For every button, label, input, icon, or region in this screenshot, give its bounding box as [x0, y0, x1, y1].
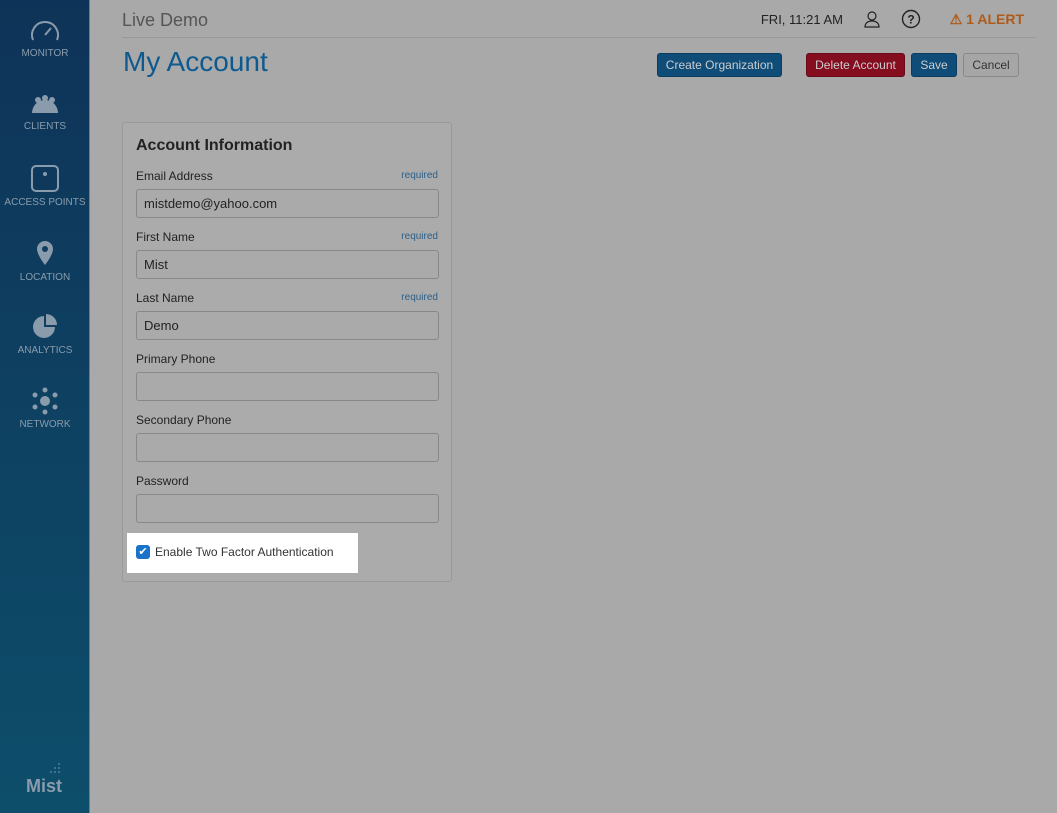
nav-label: ACCESS POINTS [4, 197, 86, 208]
svg-text:?: ? [907, 13, 914, 27]
speedometer-icon [31, 21, 59, 41]
site-name[interactable]: Live Demo [122, 10, 208, 31]
nav-label: CLIENTS [23, 121, 67, 132]
nav-label: NETWORK [19, 419, 71, 430]
first-name-label: First Name [136, 230, 195, 244]
last-name-label: Last Name [136, 291, 195, 305]
delete-account-button[interactable]: Delete Account [806, 53, 905, 77]
nav-monitor[interactable]: MONITOR [0, 18, 90, 59]
location-pin-icon [37, 241, 53, 265]
first-name-field[interactable]: Mist [136, 250, 439, 279]
required-note: required [401, 170, 438, 181]
alert-link[interactable]: ⚠ 1 ALERT [950, 11, 1024, 28]
user-icon[interactable] [863, 10, 881, 28]
warning-icon: ⚠ [949, 11, 963, 27]
email-field[interactable]: mistdemo@yahoo.com [136, 189, 439, 218]
card-title: Account Information [136, 137, 293, 154]
sidebar: MONITOR CLIENTS ACCESS POINTS LOCATION A… [0, 0, 90, 813]
alert-count: 1 ALERT [966, 11, 1024, 27]
password-label: Password [136, 474, 189, 488]
last-name-field[interactable]: Demo [136, 311, 439, 340]
two-factor-checkbox[interactable]: ✔ [136, 545, 150, 559]
top-bar: Live Demo FRI, 11:21 AM ? ⚠ 1 ALERT [122, 0, 1036, 38]
page-title: My Account [123, 46, 268, 77]
primary-phone-field[interactable] [136, 372, 439, 401]
required-note: required [401, 292, 438, 303]
cancel-button[interactable]: Cancel [963, 53, 1019, 77]
nav-access-points[interactable]: ACCESS POINTS [0, 165, 90, 208]
account-information-card: Account Information Email Address requir… [122, 122, 452, 582]
mist-logo: Mist [26, 776, 62, 796]
pie-chart-icon [33, 314, 57, 338]
clients-icon [32, 95, 58, 113]
primary-phone-label: Primary Phone [136, 352, 216, 366]
access-point-icon [31, 165, 59, 192]
nav-analytics[interactable]: ANALYTICS [0, 313, 90, 356]
nav-clients[interactable]: CLIENTS [0, 93, 90, 132]
required-note: required [401, 231, 438, 242]
clock: FRI, 11:21 AM [760, 12, 843, 27]
save-button[interactable]: Save [911, 53, 957, 77]
logo-dots-icon [50, 763, 60, 773]
help-icon[interactable]: ? [901, 9, 921, 29]
password-field[interactable] [136, 494, 439, 523]
two-factor-label[interactable]: Enable Two Factor Authentication [155, 545, 334, 559]
secondary-phone-label: Secondary Phone [136, 413, 232, 427]
network-icon [32, 387, 58, 415]
nav-label: ANALYTICS [17, 345, 73, 356]
nav-network[interactable]: NETWORK [0, 387, 90, 430]
nav-label: LOCATION [19, 272, 71, 283]
create-organization-button[interactable]: Create Organization [657, 53, 782, 77]
secondary-phone-field[interactable] [136, 433, 439, 462]
nav-label: MONITOR [21, 48, 69, 59]
nav-location[interactable]: LOCATION [0, 240, 90, 283]
two-factor-option[interactable]: ✔ Enable Two Factor Authentication [127, 533, 358, 573]
email-label: Email Address [136, 169, 213, 183]
